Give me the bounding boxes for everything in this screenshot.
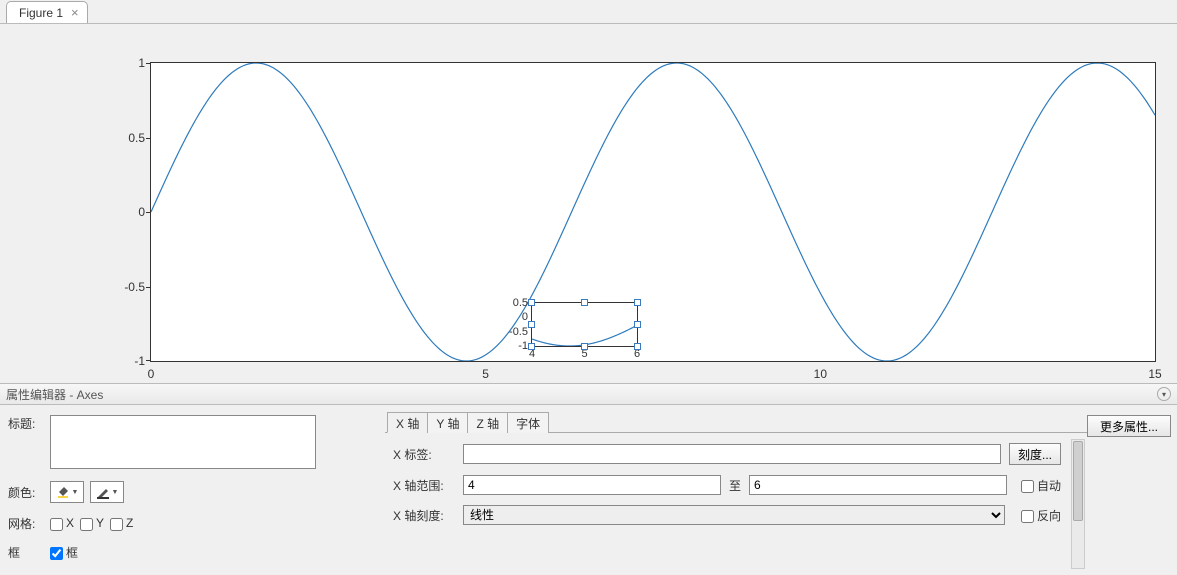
grid-z-checkbox[interactable]: Z <box>110 516 133 530</box>
resize-handle[interactable] <box>581 299 588 306</box>
inset-axes[interactable]: 0.5 0 -0.5 -1 4 5 6 <box>531 302 638 347</box>
ytick: -0.5 <box>124 280 145 294</box>
xtick: 10 <box>814 367 827 381</box>
x-label-label: X 标签: <box>393 446 455 463</box>
tab-z-axis[interactable]: Z 轴 <box>467 412 508 433</box>
chevron-down-icon: ▼ <box>72 489 79 496</box>
x-range-to-input[interactable] <box>749 475 1007 495</box>
resize-handle[interactable] <box>634 343 641 350</box>
collapse-icon[interactable]: ▾ <box>1157 387 1171 401</box>
box-checkbox[interactable]: 框 <box>50 544 78 561</box>
resize-handle[interactable] <box>581 343 588 350</box>
title-input[interactable] <box>50 415 316 469</box>
resize-handle[interactable] <box>528 299 535 306</box>
title-label: 标题: <box>8 415 44 432</box>
ytick: 1 <box>138 56 145 70</box>
line-plot <box>532 303 637 346</box>
figure-canvas[interactable]: 1 0.5 0 -0.5 -1 0 5 10 15 0.5 0 -0.5 <box>0 24 1177 383</box>
x-scale-label: X 轴刻度: <box>393 507 455 524</box>
tab-figure-1[interactable]: Figure 1 × <box>6 1 88 23</box>
scrollbar[interactable] <box>1071 439 1085 569</box>
pencil-icon <box>96 485 110 499</box>
chevron-down-icon: ▼ <box>112 489 119 496</box>
line-color-button[interactable]: ▼ <box>90 481 124 503</box>
more-properties-button[interactable]: 更多属性... <box>1087 415 1171 437</box>
tab-font[interactable]: 字体 <box>507 412 549 433</box>
ytick: -1 <box>518 340 528 352</box>
ytick: 0.5 <box>513 297 528 309</box>
resize-handle[interactable] <box>634 321 641 328</box>
ytick: 0.5 <box>128 131 145 145</box>
paint-bucket-icon <box>56 485 70 499</box>
tab-label: Figure 1 <box>19 6 63 20</box>
resize-handle[interactable] <box>528 321 535 328</box>
property-editor-title: 属性编辑器 - Axes <box>6 386 103 403</box>
grid-y-checkbox[interactable]: Y <box>80 516 104 530</box>
fill-color-button[interactable]: ▼ <box>50 481 84 503</box>
ytick: 0 <box>138 205 145 219</box>
tab-x-axis[interactable]: X 轴 <box>387 412 428 433</box>
resize-handle[interactable] <box>634 299 641 306</box>
property-editor-header: 属性编辑器 - Axes ▾ <box>0 383 1177 405</box>
grid-label: 网格: <box>8 515 44 532</box>
ticks-button[interactable]: 刻度... <box>1009 443 1061 465</box>
color-label: 颜色: <box>8 484 44 501</box>
ytick: -1 <box>134 354 145 368</box>
xtick: 0 <box>148 367 155 381</box>
x-range-label: X 轴范围: <box>393 477 455 494</box>
x-range-from-input[interactable] <box>463 475 721 495</box>
resize-handle[interactable] <box>528 343 535 350</box>
line-plot <box>151 63 1155 361</box>
property-editor: 标题: 颜色: ▼ ▼ 网格: <box>0 405 1177 575</box>
scrollbar-thumb[interactable] <box>1073 441 1083 521</box>
x-auto-checkbox[interactable]: 自动 <box>1021 477 1061 494</box>
xtick: 15 <box>1148 367 1161 381</box>
tab-y-axis[interactable]: Y 轴 <box>427 412 468 433</box>
x-scale-select[interactable]: 线性 <box>463 505 1005 525</box>
x-axis-panel: X 标签: 刻度... X 轴范围: 至 自动 X 轴刻度: <box>385 433 1087 575</box>
box-label: 框 <box>8 544 44 561</box>
figure-tab-bar: Figure 1 × <box>0 0 1177 24</box>
main-axes[interactable]: 1 0.5 0 -0.5 -1 0 5 10 15 0.5 0 -0.5 <box>150 62 1156 362</box>
xtick: 5 <box>482 367 489 381</box>
x-label-input[interactable] <box>463 444 1001 464</box>
x-reverse-checkbox[interactable]: 反向 <box>1021 507 1061 524</box>
close-icon[interactable]: × <box>71 6 79 19</box>
axis-tabs: X 轴 Y 轴 Z 轴 字体 <box>385 411 1087 433</box>
grid-x-checkbox[interactable]: X <box>50 516 74 530</box>
ytick: -0.5 <box>509 326 528 338</box>
range-to-label: 至 <box>729 477 741 494</box>
